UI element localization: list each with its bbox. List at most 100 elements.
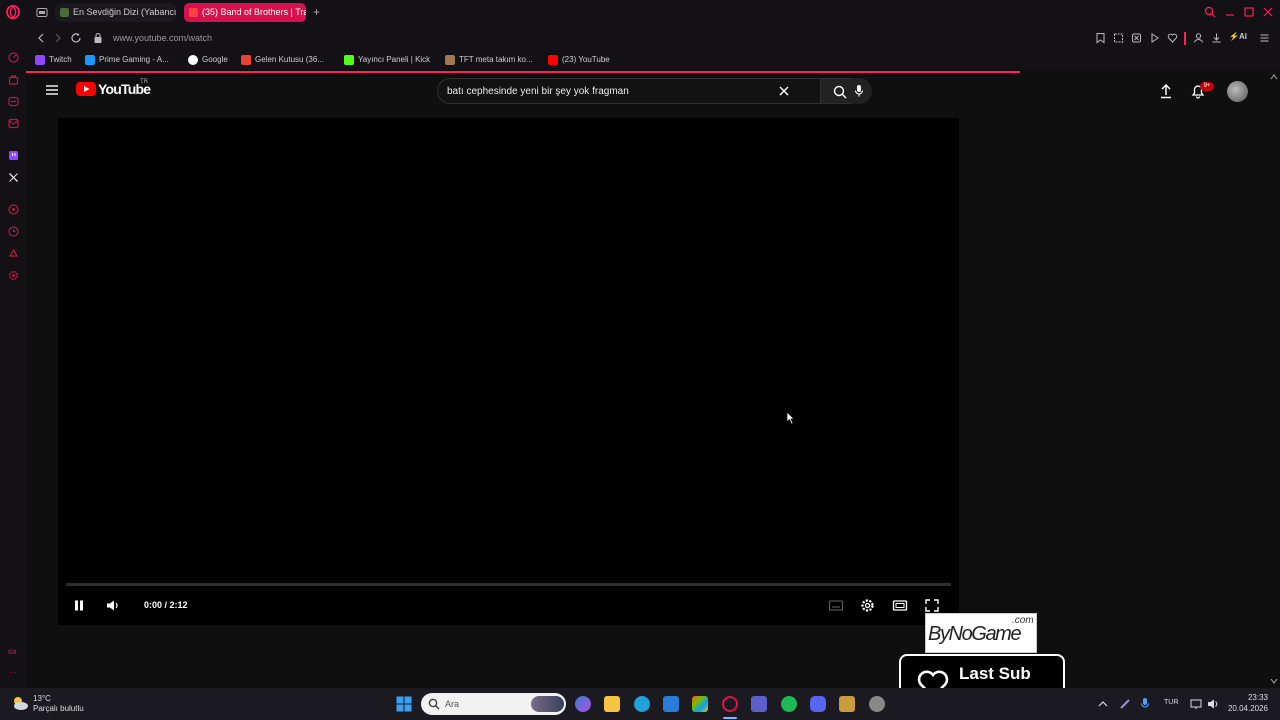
scroll-down-icon[interactable] xyxy=(1270,677,1278,685)
microphone-icon xyxy=(854,85,864,97)
bookmark-icon[interactable] xyxy=(1095,32,1106,44)
copilot-icon[interactable] xyxy=(575,696,591,712)
network-icon[interactable] xyxy=(1190,698,1202,710)
history-icon[interactable] xyxy=(8,226,19,237)
mail-icon[interactable] xyxy=(8,118,19,129)
search-box[interactable]: batı cephesinde yeni bir şey yok fragman xyxy=(437,78,821,104)
account-icon[interactable] xyxy=(1193,32,1204,44)
bookmark-youtube[interactable]: (23) YouTube xyxy=(548,50,610,70)
clock-date[interactable]: 20.04.2026 xyxy=(1226,704,1268,714)
maximize-icon[interactable] xyxy=(1243,6,1255,18)
bookmark-label: Gelen Kutusu (36... xyxy=(255,55,324,64)
bookmark-google[interactable]: Google xyxy=(188,50,228,70)
volume-icon[interactable] xyxy=(106,599,120,612)
x-twitter-icon[interactable] xyxy=(8,172,19,183)
close-icon[interactable] xyxy=(1262,6,1274,18)
bookmarks-bar: Twitch Prime Gaming - A... Google Gelen … xyxy=(26,50,1280,70)
search-icon xyxy=(428,698,440,710)
voice-search-button[interactable] xyxy=(846,78,872,104)
teams-icon[interactable] xyxy=(751,696,767,712)
file-explorer-icon[interactable] xyxy=(604,696,620,712)
youtube-header: YouTube TR batı cephesinde yeni bir şey … xyxy=(26,73,1270,111)
bag-icon[interactable] xyxy=(8,74,19,85)
youtube-icon xyxy=(548,55,558,65)
gx-icon[interactable]: GX xyxy=(8,650,17,656)
bynogame-tld-text: .com xyxy=(1012,615,1034,626)
outlook-icon[interactable] xyxy=(663,696,679,712)
bookmark-gmail[interactable]: Gelen Kutusu (36... xyxy=(241,50,324,70)
microsoft-store-icon[interactable] xyxy=(692,696,708,712)
tab-overview-icon[interactable] xyxy=(36,7,48,18)
pinboard-icon[interactable] xyxy=(8,248,19,259)
bookmark-label: Yayıncı Paneli | Kick xyxy=(358,55,431,64)
spotify-icon[interactable] xyxy=(781,696,797,712)
video-player[interactable]: 0:00 / 2:12 xyxy=(58,118,959,625)
youtube-logo[interactable] xyxy=(76,82,96,96)
bookmark-prime-gaming[interactable]: Prime Gaming - A... xyxy=(85,50,169,70)
aria-ai-button[interactable]: ⚡AI xyxy=(1229,32,1247,41)
tray-overflow-chevron-icon[interactable] xyxy=(1098,700,1108,708)
reload-icon[interactable] xyxy=(70,32,82,44)
settings-gear-icon[interactable] xyxy=(860,598,875,613)
emoji-favicon-icon xyxy=(60,8,69,17)
region-code: TR xyxy=(140,79,148,85)
subtitles-icon[interactable] xyxy=(828,599,844,612)
clear-search-icon[interactable] xyxy=(778,85,790,97)
clock-time[interactable]: 23:33 xyxy=(1246,693,1268,703)
search-tabs-icon[interactable] xyxy=(1204,6,1216,18)
download-icon[interactable] xyxy=(1211,32,1222,44)
tab-bar: En Sevdiğin Dizi (Yabancı) (35) Band of … xyxy=(0,0,1280,26)
upload-icon[interactable] xyxy=(1159,83,1173,99)
lock-icon[interactable] xyxy=(93,32,103,44)
bookmark-tft[interactable]: TFT meta takım ko... xyxy=(445,50,533,70)
url-text[interactable]: www.youtube.com/watch xyxy=(113,31,212,45)
language-indicator[interactable]: TUR xyxy=(1164,699,1178,706)
more-icon[interactable]: ··· xyxy=(9,668,17,677)
weather-desc: Parçalı bulutlu xyxy=(33,704,84,713)
bookmark-kick[interactable]: Yayıncı Paneli | Kick xyxy=(344,50,430,70)
pen-icon[interactable] xyxy=(1119,698,1131,710)
theater-mode-icon[interactable] xyxy=(892,599,908,612)
opera-logo-icon[interactable] xyxy=(6,5,20,19)
settings-icon[interactable] xyxy=(8,270,19,281)
minimize-icon[interactable] xyxy=(1224,6,1236,18)
edge-icon[interactable] xyxy=(634,696,650,712)
league-of-legends-icon[interactable] xyxy=(839,696,855,712)
adblock-icon[interactable] xyxy=(1131,32,1142,44)
scroll-up-icon[interactable] xyxy=(1270,73,1278,81)
heart-icon[interactable] xyxy=(1167,32,1178,44)
twitch-icon xyxy=(35,55,45,65)
snapshot-icon[interactable] xyxy=(1113,32,1124,44)
bookmark-label: Twitch xyxy=(49,55,72,64)
steam-icon[interactable] xyxy=(869,696,885,712)
tab-band-of-brothers[interactable]: (35) Band of Brothers | Tra xyxy=(184,3,306,22)
bynogame-brand-text: ByNoGame xyxy=(928,623,1022,645)
windows-start-icon[interactable] xyxy=(396,696,412,712)
new-tab-button[interactable]: + xyxy=(313,6,320,18)
bookmark-twitch[interactable]: Twitch xyxy=(35,50,72,70)
back-icon[interactable] xyxy=(36,32,46,44)
opera-gx-icon[interactable] xyxy=(722,696,738,712)
menu-icon[interactable] xyxy=(1259,32,1270,44)
active-app-indicator xyxy=(723,717,737,719)
play-icon[interactable] xyxy=(1149,32,1160,44)
search-input[interactable]: batı cephesinde yeni bir şey yok fragman xyxy=(447,85,629,98)
fullscreen-icon[interactable] xyxy=(925,599,939,612)
last-sub-title: Last Sub xyxy=(959,664,1031,683)
tab-title: En Sevdiğin Dizi (Yabancı) xyxy=(73,7,176,17)
avatar[interactable] xyxy=(1227,81,1248,102)
forward-icon[interactable] xyxy=(53,32,63,44)
taskbar-search[interactable]: Ara xyxy=(421,693,566,715)
tab-en-sevdigin-dizi[interactable]: En Sevdiğin Dizi (Yabancı) xyxy=(55,3,176,22)
pause-icon[interactable] xyxy=(73,599,85,612)
discord-icon[interactable] xyxy=(810,696,826,712)
hamburger-menu-icon[interactable] xyxy=(45,84,59,96)
player-icon[interactable] xyxy=(8,204,19,215)
weather-cloud-icon[interactable] xyxy=(11,695,29,711)
speed-dial-icon[interactable] xyxy=(8,52,19,63)
speaker-icon[interactable] xyxy=(1207,698,1219,710)
messenger-icon[interactable] xyxy=(8,96,19,107)
twitch-sidebar-icon[interactable] xyxy=(8,150,19,161)
tray-microphone-icon[interactable] xyxy=(1140,697,1150,711)
video-progress-bar[interactable] xyxy=(66,583,951,586)
